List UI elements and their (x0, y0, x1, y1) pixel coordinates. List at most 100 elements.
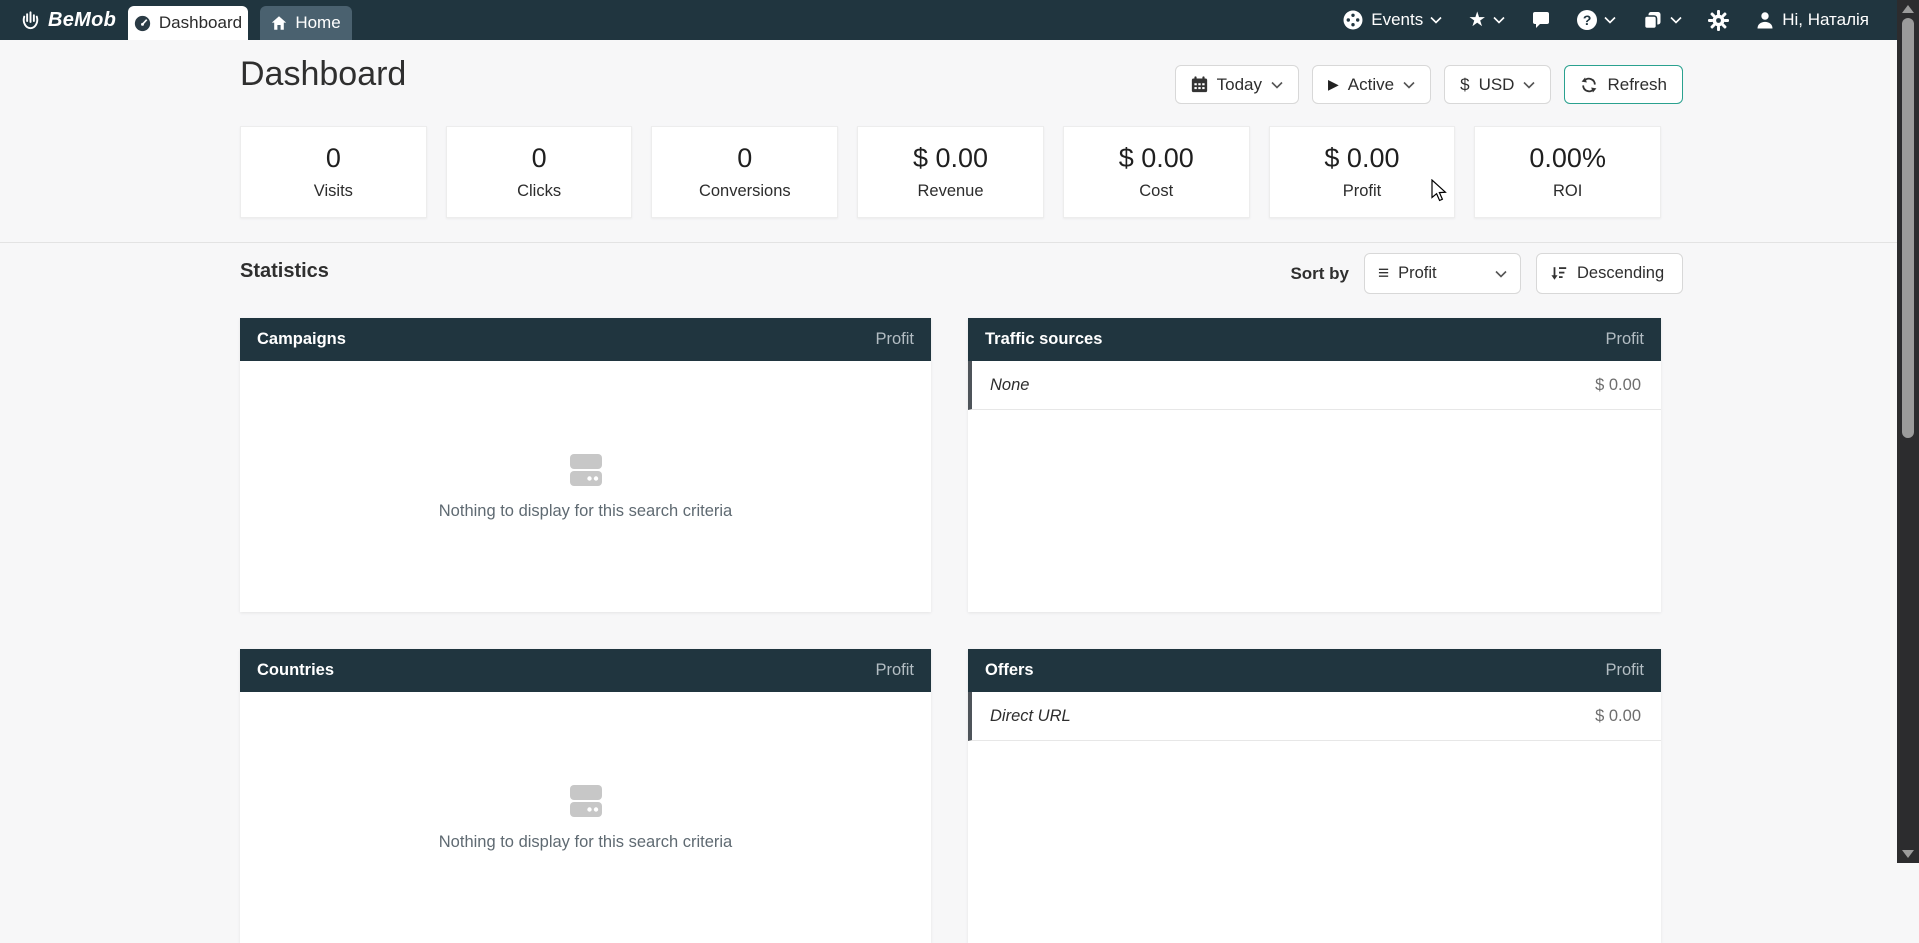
status-filter-label: Active (1348, 75, 1394, 95)
currency-button[interactable]: $ USD (1444, 65, 1551, 104)
panel-metric-label: Profit (875, 661, 914, 680)
panel-metric-label: Profit (1605, 661, 1644, 680)
status-filter-button[interactable]: ▶ Active (1312, 65, 1431, 104)
row-value: $ 0.00 (1595, 376, 1641, 395)
empty-state: Nothing to display for this search crite… (240, 692, 931, 943)
play-icon: ▶ (1328, 76, 1339, 93)
help-menu[interactable]: ? (1577, 10, 1616, 30)
stat-card-visits: 0 Visits (240, 126, 427, 218)
campaigns-panel: Campaigns Profit Nothing to display for … (240, 318, 931, 612)
scroll-up-arrow[interactable] (1902, 5, 1914, 13)
panel-title: Countries (257, 661, 334, 680)
user-greeting: Hi, Наталія (1782, 10, 1869, 30)
stat-value: $ 0.00 (1324, 143, 1399, 174)
sort-descending-icon (1550, 265, 1568, 282)
user-icon (1755, 10, 1775, 30)
gauge-icon (134, 15, 151, 32)
table-row: Direct URL $ 0.00 (968, 692, 1661, 741)
date-range-label: Today (1217, 75, 1262, 95)
stat-card-clicks: 0 Clicks (446, 126, 633, 218)
chevron-down-icon (1430, 16, 1442, 24)
stat-label: Revenue (917, 182, 983, 201)
countries-panel-header: Countries Profit (240, 649, 931, 692)
stat-label: Cost (1139, 182, 1173, 201)
date-range-button[interactable]: Today (1175, 65, 1299, 104)
stat-card-revenue: $ 0.00 Revenue (857, 126, 1044, 218)
help-icon: ? (1577, 10, 1597, 30)
tab-dashboard-label: Dashboard (159, 13, 242, 33)
sort-field-select[interactable]: ≡ Profit (1364, 253, 1521, 294)
traffic-sources-panel: Traffic sources Profit None $ 0.00 (968, 318, 1661, 612)
panel-title: Traffic sources (985, 330, 1102, 349)
chevron-down-icon (1271, 81, 1283, 89)
sort-field-value: Profit (1398, 264, 1437, 283)
stat-label: Conversions (699, 182, 791, 201)
chevron-down-icon (1403, 81, 1415, 89)
home-icon (271, 15, 287, 31)
brand-name: BeMob (48, 9, 116, 32)
feedback-button[interactable] (1531, 10, 1551, 30)
stat-value: $ 0.00 (1119, 143, 1194, 174)
chevron-down-icon (1493, 16, 1505, 24)
row-name: Direct URL (990, 707, 1071, 726)
stat-label: Clicks (517, 182, 561, 201)
stat-card-roi: 0.00% ROI (1474, 126, 1661, 218)
sort-direction-select[interactable]: Descending (1536, 253, 1683, 294)
user-menu[interactable]: Hi, Наталія (1755, 10, 1869, 30)
section-divider (0, 242, 1897, 243)
tab-dashboard[interactable]: Dashboard (128, 6, 248, 40)
empty-data-icon (564, 783, 608, 821)
top-navbar: BeMob Dashboard Home (0, 0, 1897, 40)
scrollbar-thumb[interactable] (1902, 18, 1914, 438)
row-value: $ 0.00 (1595, 707, 1641, 726)
chevron-down-icon (1604, 16, 1616, 24)
stat-value: $ 0.00 (913, 143, 988, 174)
chevron-down-icon (1495, 270, 1507, 278)
stat-label: Profit (1343, 182, 1382, 201)
mouse-cursor (1428, 179, 1448, 203)
stat-card-profit: $ 0.00 Profit (1269, 126, 1456, 218)
chevron-down-icon (1523, 81, 1535, 89)
events-menu[interactable]: Events (1342, 9, 1442, 31)
panel-body: Nothing to display for this search crite… (240, 692, 931, 943)
vertical-scrollbar[interactable] (1897, 0, 1919, 863)
refresh-icon (1580, 76, 1598, 94)
tab-home-label: Home (295, 13, 340, 33)
favorites-menu[interactable]: ★ (1468, 10, 1505, 30)
dollar-icon: $ (1460, 75, 1469, 95)
panel-metric-label: Profit (875, 330, 914, 349)
empty-state: Nothing to display for this search crite… (240, 361, 931, 612)
stat-card-conversions: 0 Conversions (651, 126, 838, 218)
stats-row: 0 Visits 0 Clicks 0 Conversions $ 0.00 R… (240, 126, 1661, 218)
scroll-down-arrow[interactable] (1902, 850, 1914, 858)
panel-title: Offers (985, 661, 1034, 680)
sort-controls: Sort by ≡ Profit Descending (1290, 253, 1683, 294)
refresh-button[interactable]: Refresh (1564, 65, 1683, 104)
row-name: None (990, 376, 1029, 395)
campaigns-panel-header: Campaigns Profit (240, 318, 931, 361)
bemob-logo-icon (18, 8, 43, 33)
resources-menu[interactable] (1642, 10, 1682, 31)
bemob-logo[interactable]: BeMob (18, 0, 116, 40)
stat-value: 0.00% (1529, 143, 1606, 174)
calendar-icon (1191, 76, 1208, 93)
events-label: Events (1371, 10, 1423, 30)
tab-home[interactable]: Home (260, 6, 352, 40)
page-title: Dashboard (240, 55, 406, 94)
panel-body: Nothing to display for this search crite… (240, 361, 931, 612)
stat-label: ROI (1553, 182, 1582, 201)
sort-direction-value: Descending (1577, 264, 1664, 283)
offers-panel-header: Offers Profit (968, 649, 1661, 692)
panel-body: Direct URL $ 0.00 (968, 692, 1661, 943)
traffic-sources-panel-header: Traffic sources Profit (968, 318, 1661, 361)
panel-body: None $ 0.00 (968, 361, 1661, 612)
empty-state-text: Nothing to display for this search crite… (439, 833, 732, 852)
chevron-down-icon (1670, 16, 1682, 24)
stat-value: 0 (532, 143, 547, 174)
table-row: None $ 0.00 (968, 361, 1661, 410)
events-icon (1342, 9, 1364, 31)
settings-button[interactable] (1708, 10, 1729, 31)
list-icon: ≡ (1378, 264, 1389, 283)
empty-data-icon (564, 452, 608, 490)
navbar-menu: Events ★ ? (1342, 0, 1869, 40)
